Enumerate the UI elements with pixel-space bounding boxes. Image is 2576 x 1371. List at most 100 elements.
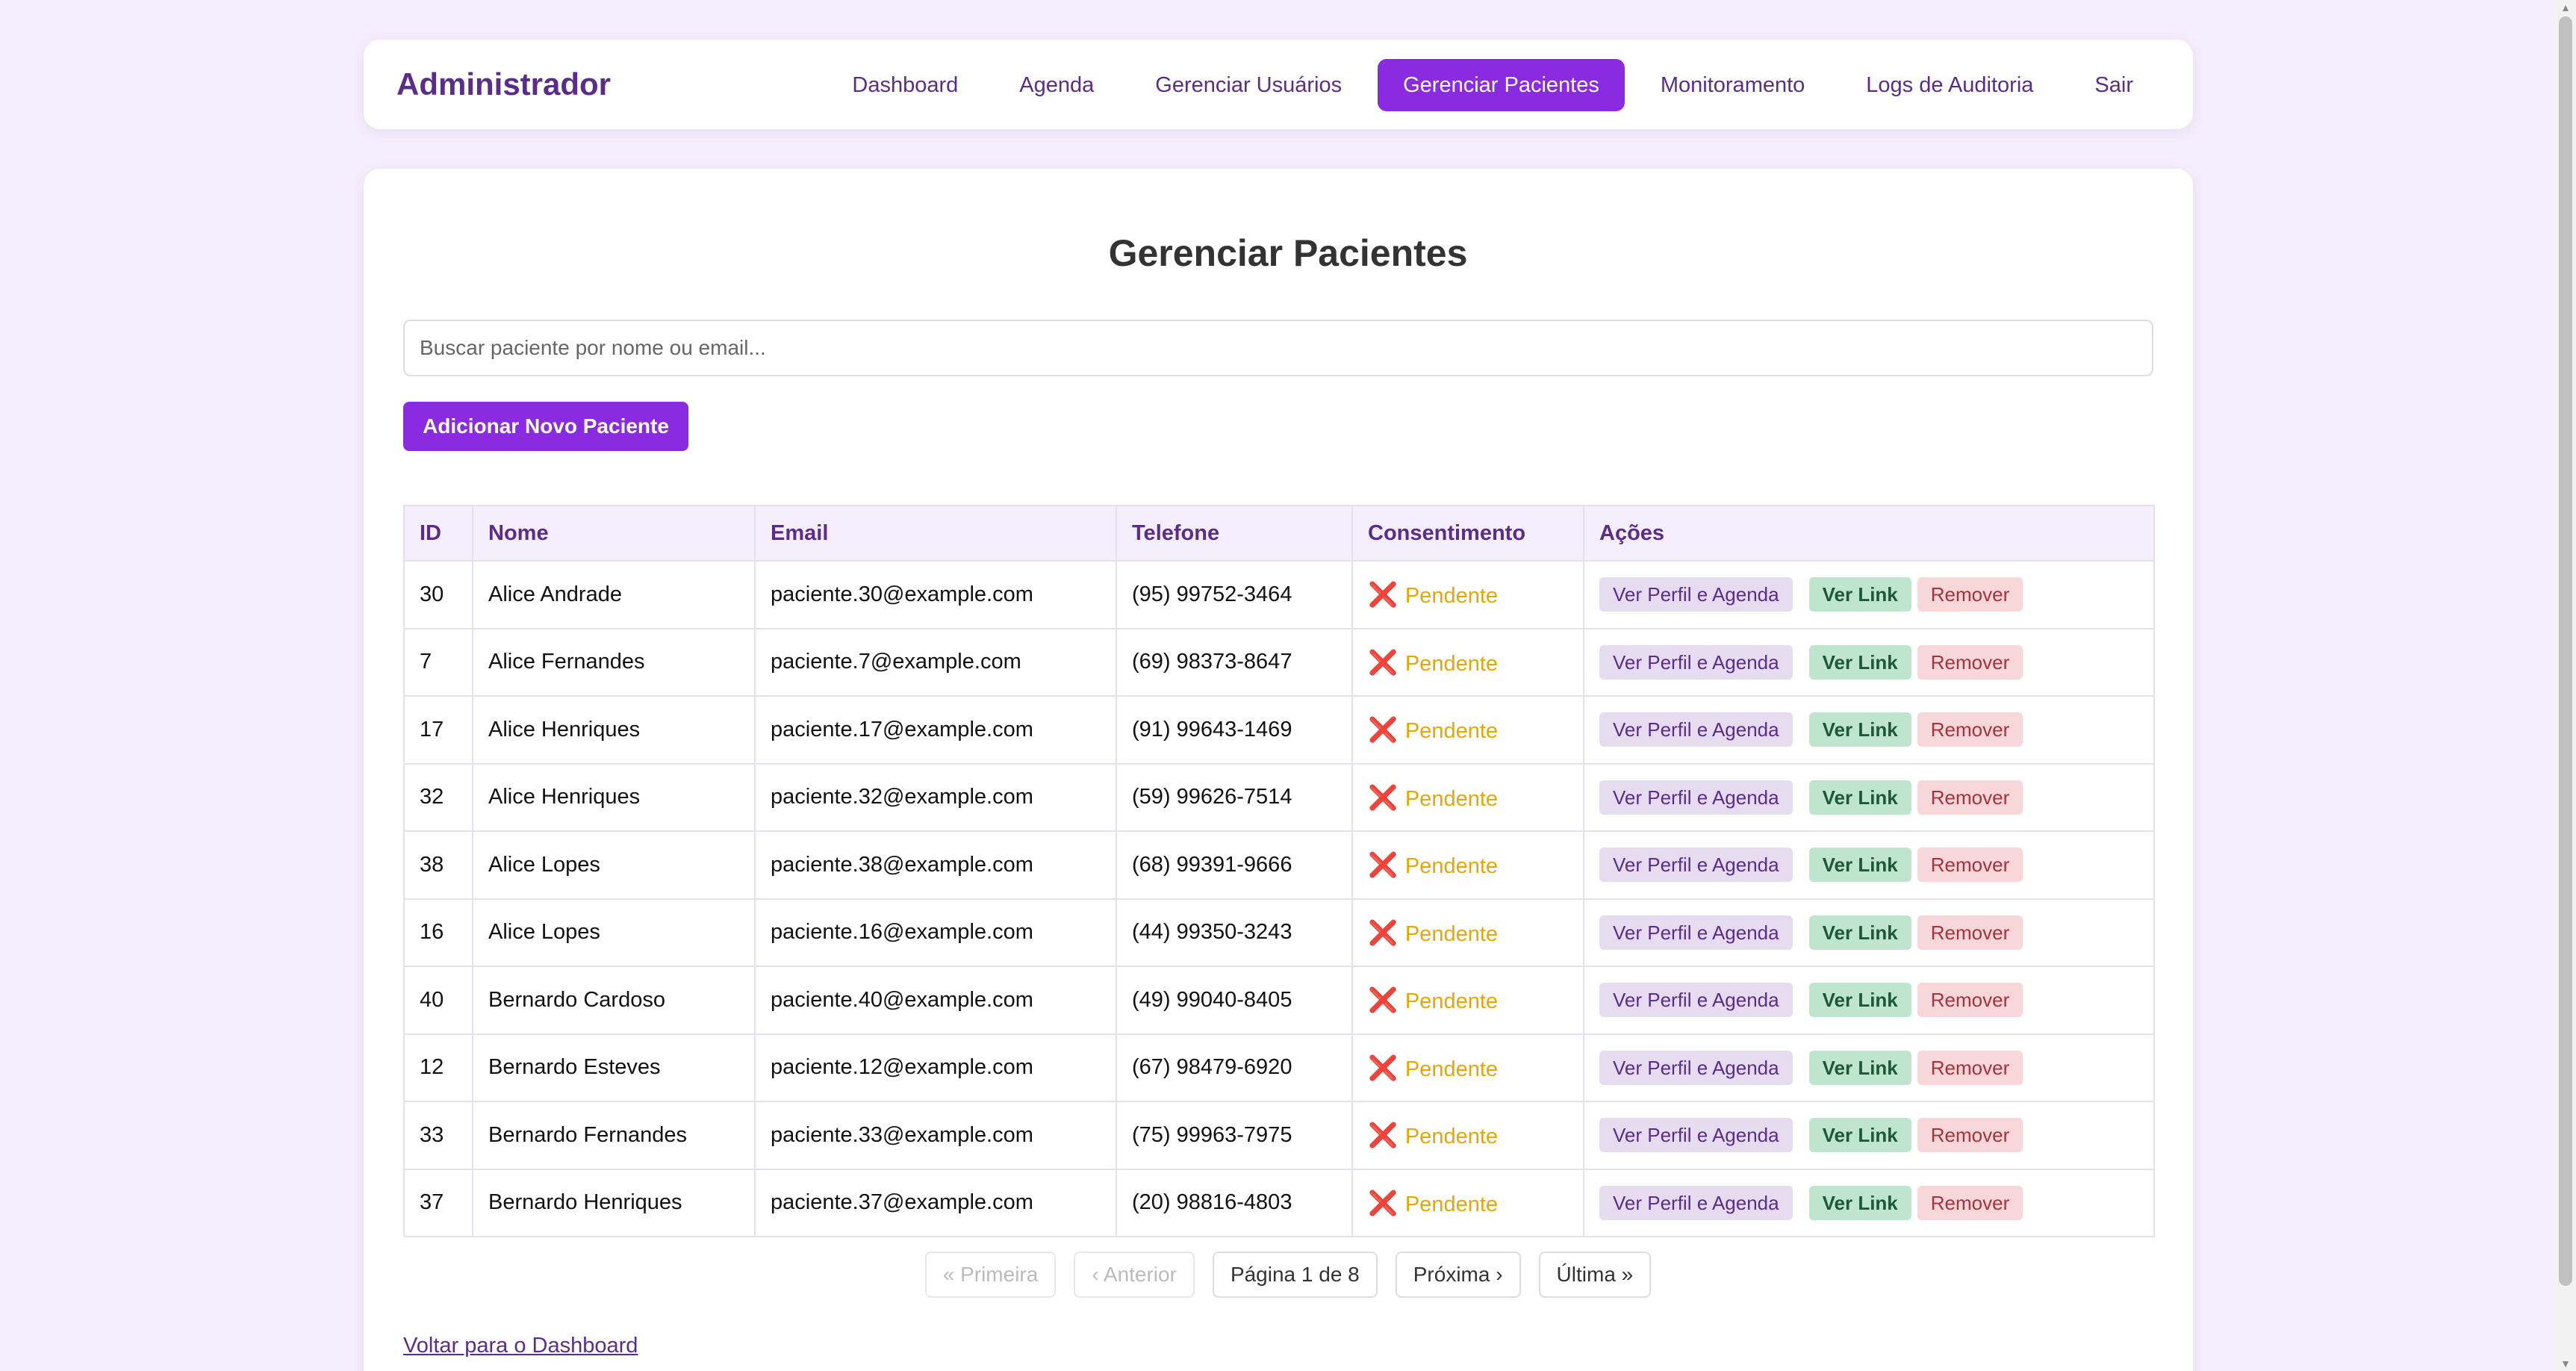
cell-consentimento: ❌ Pendente <box>1351 762 1584 832</box>
view-profile-button[interactable]: Ver Perfil e Agenda <box>1599 1118 1793 1153</box>
cell-telefone: (75) 99963-7975 <box>1116 1101 1353 1170</box>
consent-status-label: Pendente <box>1404 1125 1499 1149</box>
remove-button[interactable]: Remover <box>1917 577 2023 612</box>
view-link-button[interactable]: Ver Link <box>1808 577 1911 612</box>
view-profile-button[interactable]: Ver Perfil e Agenda <box>1599 915 1793 950</box>
cell-telefone: (20) 98816-4803 <box>1116 1168 1353 1237</box>
table-header-row: ID Nome Email Telefone Consentimento Açõ… <box>403 505 2155 562</box>
remove-button[interactable]: Remover <box>1917 983 2023 1018</box>
cell-id: 16 <box>403 898 473 967</box>
page-title: Gerenciar Pacientes <box>1108 232 1468 274</box>
scroll-down-arrow-icon[interactable]: ▼ <box>2560 1358 2572 1370</box>
col-header-consentimento: Consentimento <box>1351 505 1584 562</box>
remove-button[interactable]: Remover <box>1917 1185 2023 1220</box>
cell-telefone: (91) 99643-1469 <box>1116 695 1353 765</box>
consent-status: ❌ Pendente <box>1368 1054 1499 1081</box>
cell-acoes: Ver Perfil e Agenda Ver Link Remover <box>1583 627 2155 697</box>
view-link-button[interactable]: Ver Link <box>1808 848 1911 883</box>
view-link-button[interactable]: Ver Link <box>1808 915 1911 950</box>
view-link-button[interactable]: Ver Link <box>1808 780 1911 815</box>
consent-status-label: Pendente <box>1404 854 1499 879</box>
x-mark-icon: ❌ <box>1368 648 1398 676</box>
cell-telefone: (95) 99752-3464 <box>1116 560 1353 629</box>
view-link-button[interactable]: Ver Link <box>1808 983 1911 1018</box>
cell-nome: Alice Andrade <box>472 560 756 629</box>
nav-gerenciar-usuarios[interactable]: Gerenciar Usuários <box>1130 59 1367 111</box>
cell-email: paciente.37@example.com <box>754 1168 1117 1237</box>
add-patient-button[interactable]: Adicionar Novo Paciente <box>403 402 688 451</box>
remove-button[interactable]: Remover <box>1917 1050 2023 1085</box>
cell-email: paciente.17@example.com <box>754 695 1117 765</box>
navbar: Administrador Dashboard Agenda Gerenciar… <box>364 40 2193 129</box>
view-profile-button[interactable]: Ver Perfil e Agenda <box>1599 1185 1793 1220</box>
cell-email: paciente.7@example.com <box>754 627 1117 697</box>
x-mark-icon: ❌ <box>1368 851 1398 879</box>
x-mark-icon: ❌ <box>1368 581 1398 609</box>
x-mark-icon: ❌ <box>1368 986 1398 1014</box>
cell-email: paciente.40@example.com <box>754 966 1117 1035</box>
consent-status: ❌ Pendente <box>1368 716 1498 743</box>
cell-telefone: (49) 99040-8405 <box>1116 966 1353 1035</box>
remove-button[interactable]: Remover <box>1917 848 2023 883</box>
view-link-button[interactable]: Ver Link <box>1808 1050 1911 1085</box>
cell-consentimento: ❌ Pendente <box>1351 898 1584 967</box>
view-profile-button[interactable]: Ver Perfil e Agenda <box>1599 712 1793 747</box>
nav-dashboard[interactable]: Dashboard <box>827 59 983 111</box>
cell-telefone: (67) 98479-6920 <box>1116 1033 1353 1102</box>
view-profile-button[interactable]: Ver Perfil e Agenda <box>1599 983 1793 1018</box>
cell-consentimento: ❌ Pendente <box>1351 627 1584 697</box>
cell-nome: Bernardo Esteves <box>472 1033 756 1102</box>
view-profile-button[interactable]: Ver Perfil e Agenda <box>1599 644 1793 680</box>
view-profile-button[interactable]: Ver Perfil e Agenda <box>1599 780 1793 815</box>
col-header-id: ID <box>403 505 473 562</box>
view-link-button[interactable]: Ver Link <box>1808 1185 1911 1220</box>
prev-page-button[interactable]: ‹ Anterior <box>1074 1252 1195 1298</box>
scroll-up-arrow-icon[interactable]: ▲ <box>2560 1 2572 13</box>
consent-status-label: Pendente <box>1404 1057 1499 1081</box>
view-profile-button[interactable]: Ver Perfil e Agenda <box>1599 577 1793 612</box>
table-row: 7 Alice Fernandes paciente.7@example.com (6… <box>403 627 2155 697</box>
cell-id: 38 <box>403 830 473 900</box>
cell-acoes: Ver Perfil e Agenda Ver Link Remover <box>1583 695 2155 765</box>
consent-status-label: Pendente <box>1404 921 1499 946</box>
cell-email: paciente.33@example.com <box>754 1101 1117 1170</box>
consent-status-label: Pendente <box>1404 651 1499 676</box>
table-row: 37 Bernardo Henriques paciente.37@example.… <box>403 1168 2155 1237</box>
back-to-dashboard-link[interactable]: Voltar para o Dashboard <box>403 1334 638 1358</box>
scroll-thumb[interactable] <box>2559 16 2572 1286</box>
table-row: 16 Alice Lopes paciente.16@example.com (44)… <box>403 898 2155 967</box>
cell-telefone: (69) 98373-8647 <box>1116 627 1353 697</box>
view-link-button[interactable]: Ver Link <box>1808 712 1911 747</box>
view-profile-button[interactable]: Ver Perfil e Agenda <box>1599 848 1793 883</box>
nav-agenda[interactable]: Agenda <box>994 59 1119 111</box>
nav-monitoramento[interactable]: Monitoramento <box>1635 59 1830 111</box>
remove-button[interactable]: Remover <box>1917 712 2023 747</box>
remove-button[interactable]: Remover <box>1917 644 2023 680</box>
table-row: 30 Alice Andrade paciente.30@example.com (9… <box>403 560 2155 629</box>
cell-id: 37 <box>403 1168 473 1237</box>
cell-nome: Bernardo Cardoso <box>472 966 756 1035</box>
remove-button[interactable]: Remover <box>1917 915 2023 950</box>
col-header-nome: Nome <box>472 505 756 562</box>
first-page-button[interactable]: « Primeira <box>924 1252 1057 1298</box>
remove-button[interactable]: Remover <box>1917 1118 2023 1153</box>
last-page-button[interactable]: Última » <box>1538 1252 1652 1298</box>
consent-status: ❌ Pendente <box>1368 986 1499 1014</box>
consent-status-label: Pendente <box>1404 989 1499 1014</box>
nav-gerenciar-pacientes[interactable]: Gerenciar Pacientes <box>1378 59 1625 111</box>
table-row: 33 Bernardo Fernandes paciente.33@example.… <box>403 1101 2155 1170</box>
nav-logs-auditoria[interactable]: Logs de Auditoria <box>1841 59 2059 111</box>
view-profile-button[interactable]: Ver Perfil e Agenda <box>1599 1050 1793 1085</box>
nav-sair[interactable]: Sair <box>2069 59 2159 111</box>
x-mark-icon: ❌ <box>1368 783 1398 811</box>
search-input[interactable] <box>403 320 2153 376</box>
cell-consentimento: ❌ Pendente <box>1351 1168 1584 1237</box>
cell-nome: Alice Henriques <box>472 695 756 765</box>
next-page-button[interactable]: Próxima › <box>1395 1252 1521 1298</box>
consent-status: ❌ Pendente <box>1368 851 1499 879</box>
vertical-scrollbar[interactable]: ▲ ▼ <box>2555 0 2576 1371</box>
cell-acoes: Ver Perfil e Agenda Ver Link Remover <box>1583 1168 2155 1237</box>
view-link-button[interactable]: Ver Link <box>1808 1118 1911 1153</box>
view-link-button[interactable]: Ver Link <box>1808 644 1911 680</box>
remove-button[interactable]: Remover <box>1917 780 2023 815</box>
